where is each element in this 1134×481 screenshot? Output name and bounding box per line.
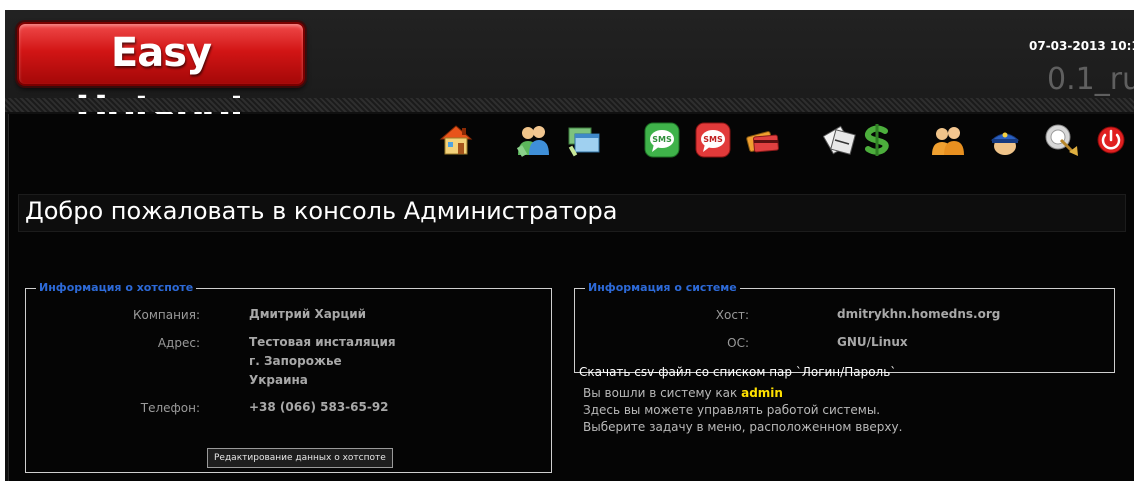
main-panel: SMS SMS Добро пожаловать в консоль Админ… — [8, 114, 1134, 481]
phone-value: +38 (066) 583-65-92 — [249, 400, 389, 414]
system-info-fieldset: Информация о системе Хост: dmitrykhn.hom… — [574, 281, 1115, 373]
hotspot-info-legend: Информация о хотспоте — [36, 281, 197, 294]
hotspot-info-fieldset: Информация о хотспоте Компания: Дмитрий … — [25, 281, 552, 473]
os-value: GNU/Linux — [837, 335, 908, 349]
choose-task-text: Выберите задачу в меню, расположенном вв… — [583, 420, 903, 434]
users-icon[interactable] — [514, 121, 552, 159]
os-label: ОС: — [727, 336, 749, 350]
windows-icon[interactable] — [566, 121, 604, 159]
dollar-icon[interactable] — [858, 121, 896, 159]
sms-red-icon[interactable]: SMS — [694, 121, 732, 159]
logged-in-text: Вы вошли в систему как admin — [583, 386, 783, 400]
company-value: Дмитрий Харций — [249, 307, 367, 321]
header: Easy Hotspot 07-03-2013 10:16 0.1_ru — [5, 10, 1134, 134]
policeman-icon[interactable] — [986, 121, 1024, 159]
power-icon[interactable] — [1092, 121, 1130, 159]
address-line-1: Тестовая инсталяция — [249, 335, 396, 349]
header-divider — [5, 98, 1134, 112]
sms-green-label: SMS — [652, 135, 672, 144]
cards-icon[interactable] — [745, 121, 783, 159]
host-label: Хост: — [715, 308, 749, 322]
system-info-legend: Информация о системе — [585, 281, 740, 294]
page-title: Добро пожаловать в консоль Администратор… — [25, 197, 618, 225]
phone-label: Телефон: — [140, 401, 200, 415]
address-label: Адрес: — [157, 336, 200, 350]
home-icon[interactable] — [437, 121, 475, 159]
app-frame: Easy Hotspot 07-03-2013 10:16 0.1_ru — [5, 10, 1134, 481]
admins-icon[interactable] — [929, 121, 967, 159]
edit-hotspot-button[interactable]: Редактирование данных о хотспоте — [207, 448, 393, 468]
logged-in-prefix: Вы вошли в систему как — [583, 386, 742, 400]
welcome-bar: Добро пожаловать в консоль Администратор… — [18, 194, 1126, 232]
sms-green-icon[interactable]: SMS — [643, 121, 681, 159]
host-value: dmitrykhn.homedns.org — [837, 307, 1001, 321]
tickets-icon[interactable] — [822, 121, 860, 159]
broom-icon[interactable] — [1042, 121, 1080, 159]
manage-text: Здесь вы можете управлять работой систем… — [583, 403, 881, 417]
company-label: Компания: — [132, 308, 200, 322]
address-line-3: Украина — [249, 373, 308, 387]
admin-username: admin — [741, 386, 783, 400]
version-label: 0.1_ru — [1047, 62, 1134, 97]
logo[interactable]: Easy Hotspot — [17, 22, 305, 134]
address-line-2: г. Запорожье — [249, 354, 342, 368]
datetime: 07-03-2013 10:16 — [1029, 39, 1134, 53]
toolbar: SMS SMS — [9, 114, 1134, 164]
csv-download-link[interactable]: Скачать csv-файл со списком пар `Логин/П… — [579, 365, 896, 379]
sms-red-label: SMS — [703, 135, 723, 144]
